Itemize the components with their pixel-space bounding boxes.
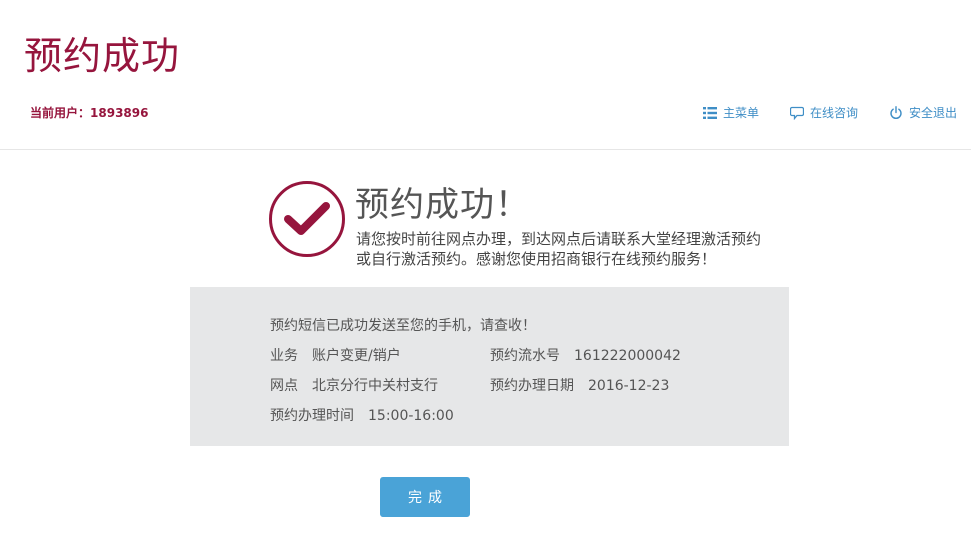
success-title: 预约成功！ bbox=[355, 185, 530, 225]
time-label: 预约办理时间 bbox=[270, 408, 354, 424]
date-label: 预约办理日期 bbox=[490, 378, 574, 394]
sms-notice: 预约短信已成功发送至您的手机，请查收！ bbox=[270, 318, 536, 334]
logout-link[interactable]: 安全退出 bbox=[889, 104, 957, 121]
current-user-value: 1893896 bbox=[90, 106, 149, 120]
power-icon bbox=[890, 105, 902, 119]
checkmark-icon bbox=[269, 181, 345, 257]
appointment-info-panel: 预约短信已成功发送至您的手机，请查收！ 业务 账户变更/销户 预约流水号 16122… bbox=[190, 287, 789, 446]
success-desc-line1: 请您按时前往网点办理，到达网点后请联系大堂经理激活预约 bbox=[356, 230, 762, 248]
success-description: 请您按时前往网点办理，到达网点后请联系大堂经理激活预约 或自行激活预约。感谢您使… bbox=[356, 229, 796, 269]
current-user-label: 当前用户： bbox=[30, 106, 91, 120]
page-title: 预约成功 bbox=[24, 34, 181, 78]
business-row: 业务 账户变更/销户 bbox=[270, 345, 401, 365]
serial-label: 预约流水号 bbox=[490, 348, 560, 364]
online-consult-link[interactable]: 在线咨询 bbox=[790, 104, 858, 121]
branch-value: 北京分行中关村支行 bbox=[312, 378, 438, 394]
date-row: 预约办理日期 2016-12-23 bbox=[490, 375, 669, 395]
main-menu-link[interactable]: 主菜单 bbox=[703, 104, 759, 121]
chat-icon bbox=[790, 106, 804, 120]
success-desc-line2: 或自行激活预约。感谢您使用招商银行在线预约服务！ bbox=[356, 250, 717, 268]
time-row: 预约办理时间 15:00-16:00 bbox=[270, 405, 454, 425]
online-consult-label: 在线咨询 bbox=[810, 106, 859, 120]
branch-row: 网点 北京分行中关村支行 bbox=[270, 375, 438, 395]
current-user: 当前用户：1893896 bbox=[30, 104, 148, 121]
serial-value: 161222000042 bbox=[574, 348, 681, 364]
serial-row: 预约流水号 161222000042 bbox=[490, 345, 681, 365]
business-label: 业务 bbox=[270, 348, 298, 364]
main-menu-label: 主菜单 bbox=[723, 106, 760, 120]
header-divider bbox=[0, 149, 971, 150]
done-button[interactable]: 完成 bbox=[380, 477, 470, 517]
time-value: 15:00-16:00 bbox=[368, 408, 454, 424]
list-icon bbox=[703, 106, 717, 119]
business-value: 账户变更/销户 bbox=[312, 348, 401, 364]
date-value: 2016-12-23 bbox=[588, 378, 670, 394]
branch-label: 网点 bbox=[270, 378, 298, 394]
logout-label: 安全退出 bbox=[909, 106, 958, 120]
